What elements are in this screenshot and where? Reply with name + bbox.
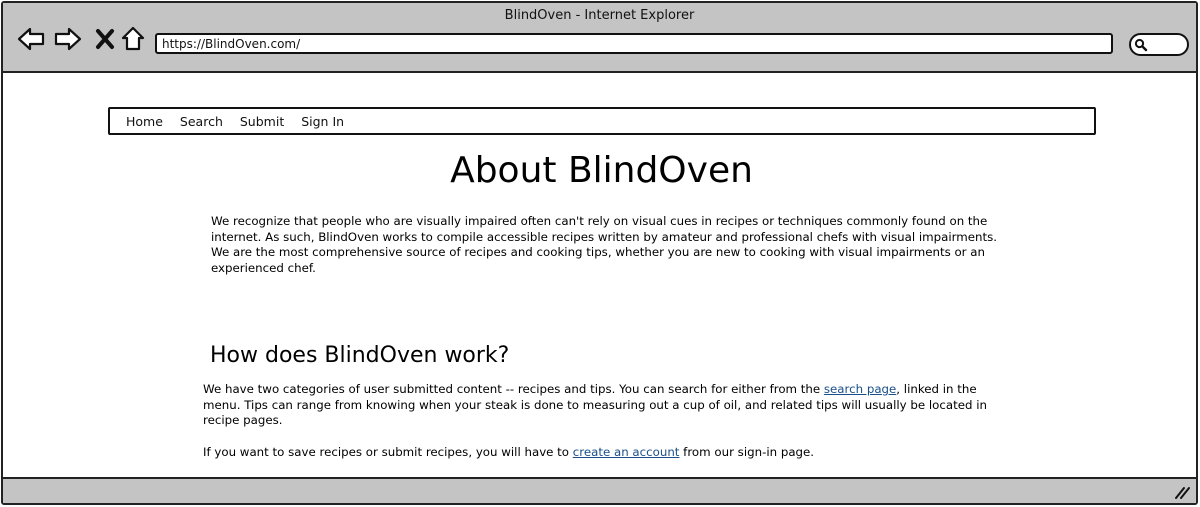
site-menu: Home Search Submit Sign In: [108, 107, 1096, 135]
resize-grip-icon[interactable]: [1174, 485, 1190, 499]
browser-search-box[interactable]: [1129, 33, 1189, 56]
intro-paragraph: We recognize that people who are visuall…: [211, 214, 998, 275]
page-title: About BlindOven: [450, 150, 753, 191]
create-account-link[interactable]: create an account: [573, 445, 680, 459]
browser-window: BlindOven - Internet Explorer https://Bl…: [1, 1, 1198, 505]
forward-button[interactable]: [54, 25, 82, 53]
stop-button[interactable]: [91, 25, 119, 53]
para1-text-start: We have two categories of user submitted…: [203, 382, 824, 396]
para2-text-start: If you want to save recipes or submit re…: [203, 445, 573, 459]
title-bar: BlindOven - Internet Explorer https://Bl…: [3, 3, 1196, 73]
menu-item-home[interactable]: Home: [126, 114, 163, 129]
window-title: BlindOven - Internet Explorer: [504, 8, 695, 23]
menu-item-submit[interactable]: Submit: [240, 114, 284, 129]
address-url: https://BlindOven.com/: [162, 37, 301, 51]
address-bar[interactable]: https://BlindOven.com/: [155, 33, 1113, 54]
para2-text-end: from our sign-in page.: [679, 445, 815, 459]
close-icon: [96, 29, 114, 49]
section-heading: How does BlindOven work?: [210, 343, 510, 368]
home-button[interactable]: [119, 25, 147, 53]
menu-item-sign-in[interactable]: Sign In: [301, 114, 344, 129]
back-button[interactable]: [17, 25, 45, 53]
status-bar: [3, 477, 1196, 503]
forward-arrow-icon: [54, 27, 82, 51]
how-it-works-paragraph: We have two categories of user submitted…: [203, 382, 993, 429]
menu-item-search[interactable]: Search: [180, 114, 223, 129]
search-icon: [1134, 38, 1148, 52]
account-paragraph: If you want to save recipes or submit re…: [203, 445, 993, 461]
search-page-link[interactable]: search page: [824, 382, 896, 396]
back-arrow-icon: [17, 27, 45, 51]
home-icon: [121, 26, 145, 51]
